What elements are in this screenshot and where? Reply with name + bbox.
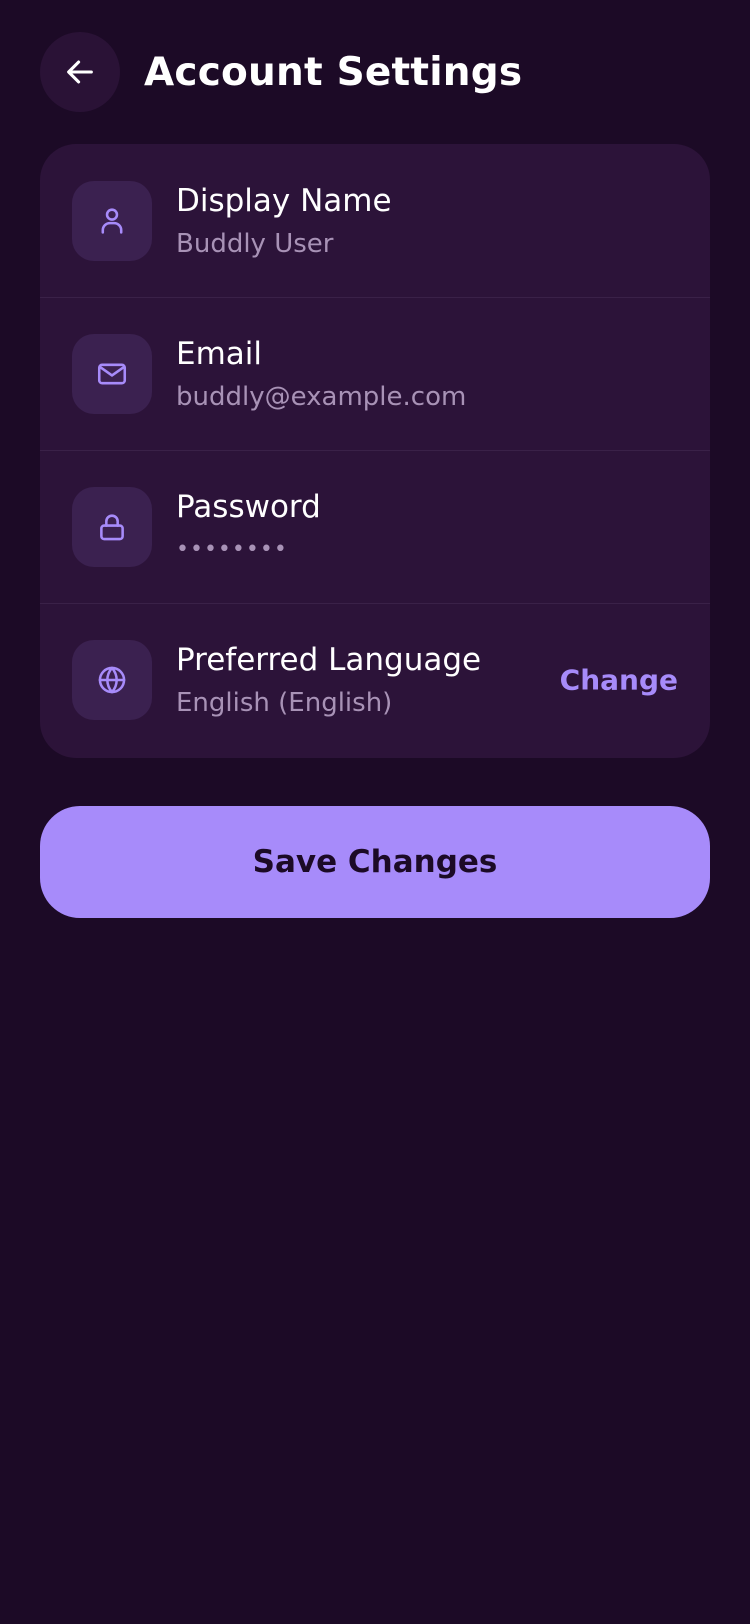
email-label: Email [176,336,263,372]
header: Account Settings [40,32,522,112]
email-text: Email buddly@example.com [176,334,466,414]
lock-icon-box [72,487,152,567]
user-icon-box [72,180,152,261]
globe-icon [98,666,126,694]
save-changes-button[interactable]: Save Changes [40,806,710,918]
mail-icon-box [72,334,152,414]
display-name-value: Buddly User [176,228,334,259]
back-button[interactable] [40,32,120,112]
lock-icon [100,514,124,541]
language-value: English (English) [176,688,393,718]
setting-row-password[interactable]: Password •••••••• [40,450,710,603]
change-language-button[interactable]: Change [560,664,678,697]
language-label: Preferred Language [176,642,482,678]
setting-row-display-name[interactable]: Display Name Buddly User [40,144,710,297]
setting-row-email[interactable]: Email buddly@example.com [40,297,710,450]
user-icon [101,207,123,234]
email-value: buddly@example.com [176,382,467,412]
display-name-label: Display Name [176,182,392,219]
language-text: Preferred Language English (English) [176,640,481,720]
setting-row-language: Preferred Language English (English) Cha… [40,603,710,756]
arrow-left-icon [67,60,93,84]
mail-icon [97,363,127,385]
settings-card: Display Name Buddly User Email buddly@ex… [40,144,710,758]
page-title: Account Settings [144,49,523,95]
password-value: •••••••• [176,537,288,562]
display-name-text: Display Name Buddly User [176,181,392,261]
password-text: Password •••••••• [176,487,321,567]
password-label: Password [176,489,321,525]
globe-icon-box [72,640,152,720]
